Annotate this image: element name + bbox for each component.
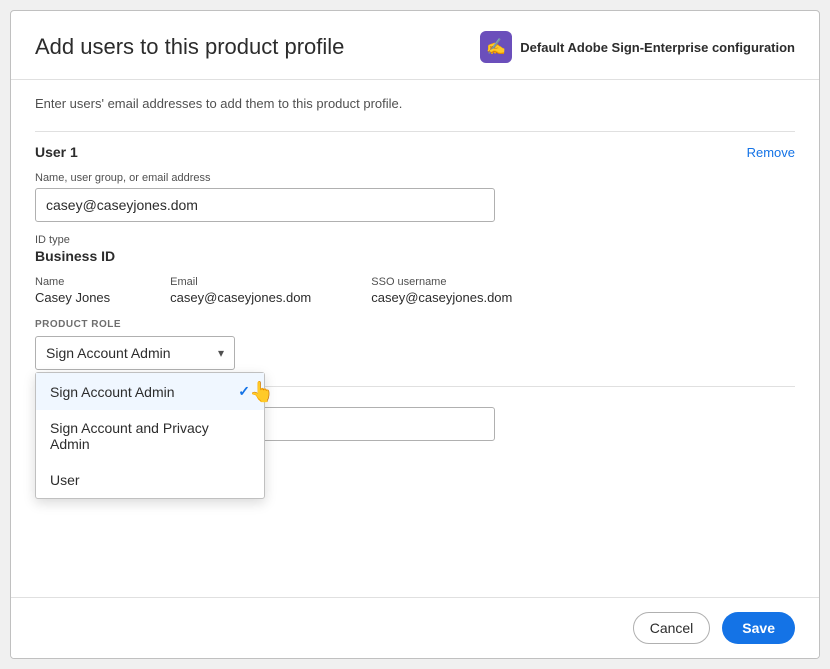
user-info-row: Name Casey Jones Email casey@caseyjones.…	[35, 276, 795, 305]
dropdown-item-user[interactable]: User	[36, 462, 264, 498]
id-type-label: ID type	[35, 234, 795, 246]
product-role-dropdown-container: Sign Account Admin ▾ Sign Account Admin …	[35, 336, 235, 370]
product-badge: ✍ Default Adobe Sign-Enterprise configur…	[480, 31, 795, 63]
adobe-sign-icon: ✍	[480, 31, 512, 63]
email-info-field: Email casey@caseyjones.dom	[170, 276, 311, 305]
sso-info-field: SSO username casey@caseyjones.dom	[371, 276, 512, 305]
name-info-field: Name Casey Jones	[35, 276, 110, 305]
name-info-value: Casey Jones	[35, 290, 110, 305]
sso-info-label: SSO username	[371, 276, 512, 288]
name-info-label: Name	[35, 276, 110, 288]
cancel-button[interactable]: Cancel	[633, 612, 711, 644]
user1-label: User 1	[35, 144, 78, 160]
dropdown-item-label-3: User	[50, 472, 80, 488]
email-info-label: Email	[170, 276, 311, 288]
user1-header: User 1 Remove	[35, 144, 795, 160]
sso-info-value: casey@caseyjones.dom	[371, 290, 512, 305]
id-type-section: ID type Business ID	[35, 234, 795, 264]
modal-header: Add users to this product profile ✍ Defa…	[11, 11, 819, 80]
dropdown-item-label-1: Sign Account Admin	[50, 384, 175, 400]
name-field-label: Name, user group, or email address	[35, 172, 795, 184]
modal-footer: Cancel Save	[11, 597, 819, 658]
product-role-label: PRODUCT ROLE	[35, 319, 795, 330]
save-button[interactable]: Save	[722, 612, 795, 644]
subtitle: Enter users' email addresses to add them…	[35, 96, 795, 111]
email-info-value: casey@caseyjones.dom	[170, 290, 311, 305]
product-role-dropdown[interactable]: Sign Account Admin ▾	[35, 336, 235, 370]
remove-button[interactable]: Remove	[747, 145, 795, 160]
cursor-pointer-icon: 👆	[249, 379, 274, 404]
dropdown-item-label-2: Sign Account and Privacy Admin	[50, 420, 250, 452]
dropdown-item-sign-account-privacy-admin[interactable]: Sign Account and Privacy Admin	[36, 410, 264, 462]
modal-title: Add users to this product profile	[35, 34, 344, 60]
user1-section: User 1 Remove Name, user group, or email…	[35, 144, 795, 370]
id-type-value: Business ID	[35, 248, 795, 264]
product-role-dropdown-menu: Sign Account Admin ✓ 👆 Sign Account and …	[35, 372, 265, 499]
chevron-down-icon: ▾	[218, 346, 224, 360]
user-email-input[interactable]	[35, 188, 495, 222]
add-users-modal: Add users to this product profile ✍ Defa…	[10, 10, 820, 659]
dropdown-selected-label: Sign Account Admin	[46, 345, 171, 361]
dropdown-item-sign-account-admin[interactable]: Sign Account Admin ✓ 👆	[36, 373, 264, 410]
section-divider	[35, 131, 795, 132]
modal-body: Enter users' email addresses to add them…	[11, 80, 819, 597]
product-badge-label: Default Adobe Sign-Enterprise configurat…	[520, 40, 795, 55]
